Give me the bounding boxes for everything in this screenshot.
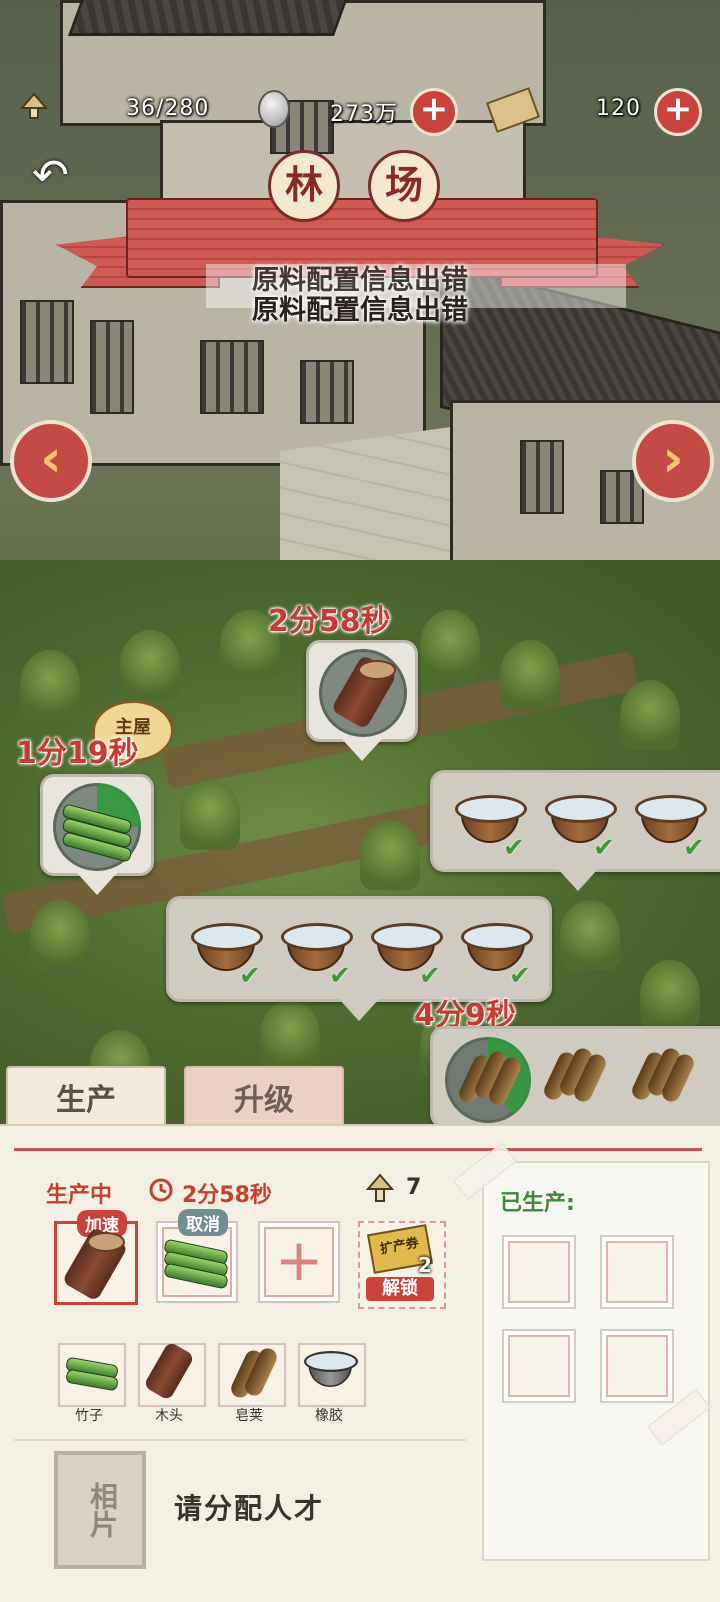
material-rubber[interactable] (298, 1343, 366, 1407)
check-icon: ✔ (683, 833, 705, 863)
straw-hat-icon (20, 92, 48, 119)
straw-hat-icon (366, 1173, 394, 1202)
production-panel: 生产中 2分58秒 7 加速 取消 + 扩产券 2 解锁 竹子 木头 皂荚 橡胶… (0, 1124, 720, 1602)
title-banner: 林 场 原料配置信息出错 原料配置信息出错 (56, 150, 664, 326)
rubber-bubble-right[interactable]: ✔ ✔ ✔ (430, 770, 720, 891)
expand-ticket-label: 扩产券 (379, 1235, 421, 1258)
material-bamboo[interactable] (58, 1343, 126, 1407)
window (520, 440, 564, 514)
locked-slot[interactable]: 扩产券 2 解锁 (358, 1221, 446, 1309)
window (300, 360, 354, 424)
add-ticket-button[interactable]: + (654, 88, 702, 136)
check-icon: ✔ (329, 961, 351, 991)
pod-icon (445, 1037, 531, 1123)
window (90, 320, 134, 414)
ticket-amount: 120 (596, 96, 641, 121)
material-label: 橡胶 (315, 1408, 343, 1424)
log-end (87, 1232, 125, 1252)
check-icon: ✔ (509, 961, 531, 991)
material-label: 竹子 (75, 1408, 103, 1424)
tree (30, 900, 90, 970)
material-pods[interactable] (218, 1343, 286, 1407)
check-icon: ✔ (419, 961, 441, 991)
tree (500, 640, 560, 710)
tree (360, 820, 420, 890)
check-icon: ✔ (239, 961, 261, 991)
material-wood[interactable] (138, 1340, 206, 1407)
plus-icon: + (274, 1226, 324, 1294)
produced-slot[interactable] (600, 1235, 674, 1309)
bamboo-icon (163, 1238, 230, 1290)
silver-amount: 273万 (330, 102, 398, 127)
produced-slot[interactable] (502, 1329, 576, 1403)
queue-slot-wood[interactable]: 加速 (54, 1210, 138, 1305)
tree (620, 680, 680, 750)
panel-content: 生产中 2分58秒 7 加速 取消 + 扩产券 2 解锁 竹子 木头 皂荚 橡胶… (14, 1142, 711, 1569)
expand-ticket-count: 2 (418, 1253, 432, 1277)
title-char-2: 场 (368, 150, 440, 222)
tree (180, 780, 240, 850)
material-label: 皂荚 (235, 1408, 263, 1424)
wood-timer: 2分58秒 (268, 604, 391, 639)
window (200, 340, 264, 414)
log-icon (319, 649, 407, 737)
check-icon: ✔ (503, 833, 525, 863)
log-icon (143, 1340, 195, 1402)
roof-north (67, 0, 359, 36)
add-silver-button[interactable]: + (410, 88, 458, 136)
add-queue-slot-button[interactable]: + (258, 1221, 340, 1303)
bamboo-bubble[interactable] (40, 774, 154, 895)
produced-slot[interactable] (502, 1235, 576, 1309)
production-time: 2分58秒 (182, 1183, 272, 1208)
material-label: 木头 (155, 1408, 183, 1424)
clock-icon (149, 1178, 173, 1202)
tree (260, 1000, 320, 1070)
rubber-bowl-icon (304, 1351, 358, 1389)
silver-coin-icon (258, 90, 290, 128)
bamboo-timer: 1分19秒 (16, 736, 139, 771)
tree (560, 900, 620, 970)
banknote-icon (485, 87, 541, 133)
top-hud: 36/280 273万 + 120 + (0, 87, 720, 136)
next-area-button[interactable]: › (632, 420, 714, 502)
tree (120, 630, 180, 700)
assign-talent-prompt[interactable]: 请分配人才 (174, 1487, 324, 1527)
population-counter: 36/280 (126, 96, 210, 121)
produced-slot[interactable] (600, 1329, 674, 1403)
tree (420, 610, 480, 680)
unlock-label[interactable]: 解锁 (366, 1277, 434, 1301)
title-char-1: 林 (268, 150, 340, 222)
check-icon: ✔ (593, 833, 615, 863)
window (20, 300, 74, 384)
pod-icon (541, 1045, 609, 1115)
worker-count: 7 (406, 1175, 422, 1200)
error-message: 原料配置信息出错 (252, 295, 468, 326)
photo-placeholder[interactable]: 相片 (54, 1451, 146, 1569)
status-label: 生产中 (46, 1183, 113, 1208)
pods-bubble[interactable] (430, 1026, 720, 1147)
divider (14, 1439, 466, 1441)
cancel-badge[interactable]: 取消 (178, 1209, 228, 1236)
prev-area-button[interactable]: ‹ (10, 420, 92, 502)
tree (640, 960, 700, 1030)
rubber-bubble-center[interactable]: ✔ ✔ ✔ ✔ (166, 896, 552, 1021)
pod-icon (629, 1045, 697, 1115)
produced-label: 已生产: (500, 1191, 575, 1216)
produced-area: 已生产: (484, 1163, 708, 1559)
bamboo-icon (53, 783, 141, 871)
wood-bubble[interactable] (306, 640, 418, 761)
tree (20, 650, 80, 720)
queue-slot-bamboo[interactable]: 取消 (156, 1209, 238, 1303)
